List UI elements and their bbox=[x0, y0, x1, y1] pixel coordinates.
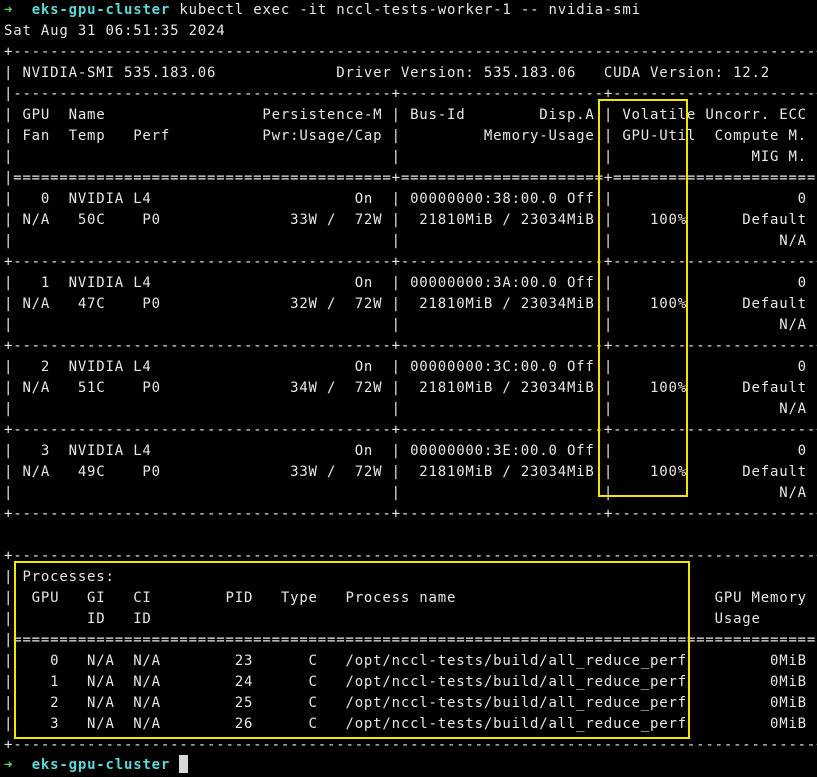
cluster-name: eks-gpu-cluster bbox=[31, 757, 171, 773]
output-line: | 0 N/A N/A 23 C /opt/nccl-tests/build/a… bbox=[4, 653, 817, 669]
command-line: ➜ eks-gpu-cluster kubectl exec -it nccl-… bbox=[4, 0, 641, 21]
output-line: +---------------------------------------… bbox=[4, 422, 817, 438]
output-line: +---------------------------------------… bbox=[4, 254, 817, 270]
output-line: | N/A 51C P0 34W / 72W | 21810MiB / 2303… bbox=[4, 380, 817, 396]
output-line: | 3 N/A N/A 26 C /opt/nccl-tests/build/a… bbox=[4, 716, 817, 732]
output-line: | 0 NVIDIA L4 On | 00000000:38:00.0 Off … bbox=[4, 191, 817, 207]
output-line: +---------------------------------------… bbox=[4, 506, 817, 522]
output-line: | 1 N/A N/A 24 C /opt/nccl-tests/build/a… bbox=[4, 674, 817, 690]
command-text: kubectl exec -it nccl-tests-worker-1 -- … bbox=[179, 2, 641, 18]
output-line: | ID ID Usage | bbox=[4, 611, 817, 627]
output-line: +---------------------------------------… bbox=[4, 737, 817, 753]
output-line: | | | MIG M. | bbox=[4, 149, 817, 165]
output-line: | NVIDIA-SMI 535.183.06 Driver Version: … bbox=[4, 65, 817, 81]
output-line: +---------------------------------------… bbox=[4, 44, 817, 60]
terminal-window[interactable]: ➜ eks-gpu-cluster kubectl exec -it nccl-… bbox=[4, 0, 817, 777]
output-line: | | | N/A | bbox=[4, 401, 817, 417]
output-line: | N/A 50C P0 33W / 72W | 21810MiB / 2303… bbox=[4, 212, 817, 228]
output-line: | 2 N/A N/A 25 C /opt/nccl-tests/build/a… bbox=[4, 695, 817, 711]
output-line: | Processes: | bbox=[4, 569, 817, 585]
output-line: +---------------------------------------… bbox=[4, 338, 817, 354]
output-line: |---------------------------------------… bbox=[4, 86, 817, 102]
output-line: | | | N/A | bbox=[4, 317, 817, 333]
output-line: | 3 NVIDIA L4 On | 00000000:3E:00.0 Off … bbox=[4, 443, 817, 459]
output-line: | Fan Temp Perf Pwr:Usage/Cap | Memory-U… bbox=[4, 128, 817, 144]
output-line: | 1 NVIDIA L4 On | 00000000:3A:00.0 Off … bbox=[4, 275, 817, 291]
output-line: |=======================================… bbox=[4, 170, 817, 186]
final-prompt-line[interactable]: ➜ eks-gpu-cluster bbox=[4, 755, 189, 776]
output-line: | GPU Name Persistence-M | Bus-Id Disp.A… bbox=[4, 107, 817, 123]
cluster-name: eks-gpu-cluster bbox=[31, 2, 171, 18]
prompt-arrow-icon: ➜ bbox=[4, 757, 14, 773]
output-line: | | | N/A | bbox=[4, 485, 817, 501]
timestamp: Sat Aug 31 06:51:35 2024 bbox=[4, 23, 226, 39]
output-line: | | | N/A | bbox=[4, 233, 817, 249]
output-line: |=======================================… bbox=[4, 632, 817, 648]
output-line: +---------------------------------------… bbox=[4, 548, 817, 564]
prompt-arrow-icon: ➜ bbox=[4, 2, 14, 18]
output-line: | N/A 49C P0 33W / 72W | 21810MiB / 2303… bbox=[4, 464, 817, 480]
output-line: | N/A 47C P0 32W / 72W | 21810MiB / 2303… bbox=[4, 296, 817, 312]
text-cursor bbox=[179, 755, 189, 773]
output-line: | 2 NVIDIA L4 On | 00000000:3C:00.0 Off … bbox=[4, 359, 817, 375]
output-line: | GPU GI CI PID Type Process name GPU Me… bbox=[4, 590, 817, 606]
